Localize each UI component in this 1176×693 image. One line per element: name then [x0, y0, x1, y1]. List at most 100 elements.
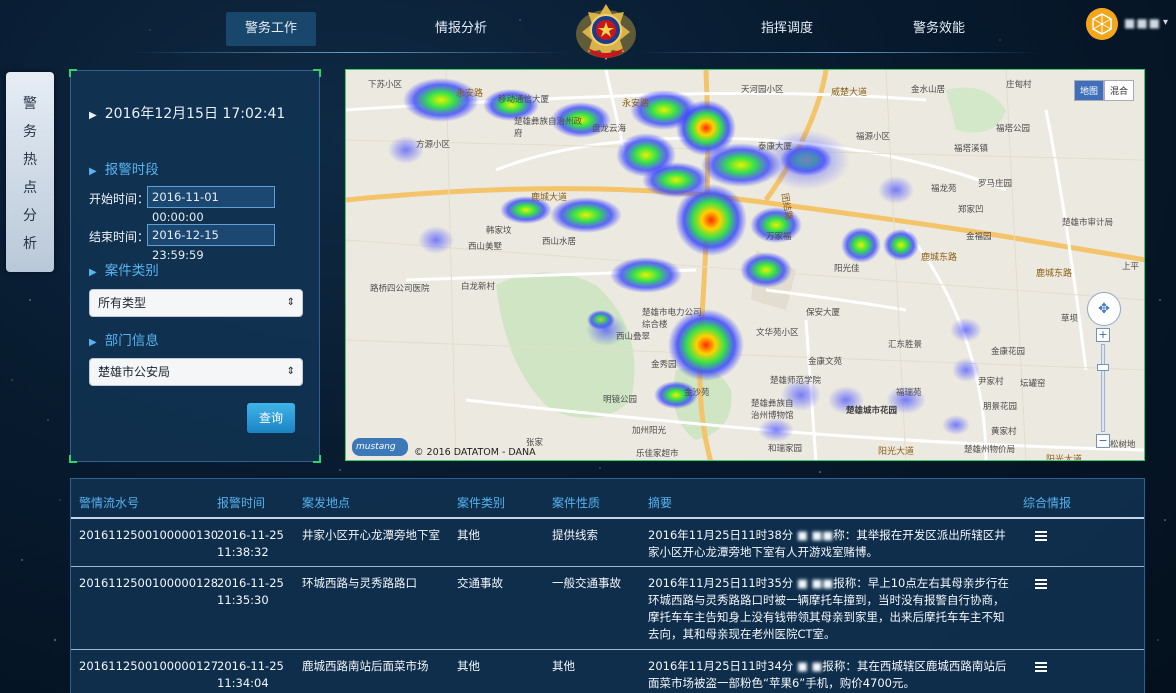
map-label: 松树地: [1110, 440, 1136, 450]
section-case-type: ▶ 案件类别: [89, 259, 159, 279]
map-label: 威楚大道: [831, 88, 868, 98]
start-time-input[interactable]: 2016-11-01 00:00:00: [147, 186, 275, 224]
cell-summary: 2016年11月25日11时35分 ■ ■■报称：早上10点左右其母亲步行在环城…: [648, 575, 1013, 643]
section-alarm-period: ▶ 报警时段: [89, 158, 159, 178]
hotspot-analysis-tab[interactable]: 警 务 热 点 分 析: [6, 72, 54, 272]
map-label: 福龙苑: [931, 184, 957, 194]
zoom-out-button[interactable]: −: [1096, 434, 1110, 448]
nav-intelligence-analysis[interactable]: 情报分析: [416, 12, 506, 46]
map-label: 郑家凹: [958, 205, 984, 215]
map-label: 福瑞苑: [896, 388, 922, 398]
cell-category: 交通事故: [457, 576, 503, 590]
map-label: 移动通信大厦: [498, 95, 550, 105]
column-header: 报警时间: [217, 496, 266, 510]
end-time-input[interactable]: 2016-12-15 23:59:59: [147, 224, 275, 262]
map-label: 保安大厦: [806, 308, 841, 318]
map-label: 泰康大厦: [758, 142, 793, 152]
map-label: 下苏小区: [368, 80, 403, 90]
map-label: 楚雄彝族自治州政府: [514, 117, 583, 139]
map-label: 鹿城大道: [531, 193, 568, 203]
cell-id: 2016112500100000128: [79, 576, 219, 590]
triangle-icon: ▶: [89, 110, 97, 121]
query-button[interactable]: 查询: [247, 403, 295, 433]
cell-time: 2016-11-25 11:34:04: [217, 659, 284, 690]
summary-text: 2016年11月25日11时35分: [648, 576, 794, 590]
map-label: 尹家村: [978, 377, 1004, 387]
column-header: 摘要: [648, 496, 673, 510]
frame-corner: [69, 455, 77, 463]
department-select[interactable]: 楚雄市公安局 ⇕: [89, 358, 303, 386]
cell-summary: 2016年11月25日11时38分 ■ ■■称：其举报在开发区派出所辖区井家小区…: [648, 527, 1013, 561]
tab-char: 热: [23, 152, 37, 168]
frame-corner: [313, 455, 321, 463]
map-label: 鹿城东路: [921, 253, 958, 263]
zoom-slider-track[interactable]: [1101, 344, 1105, 432]
map-zoom-control: + −: [1096, 328, 1110, 448]
map-label: 金福园: [966, 232, 992, 242]
map-label: 上平: [1122, 262, 1140, 272]
tab-char: 点: [23, 180, 37, 196]
map-label: 和瑞家园: [768, 444, 803, 454]
table-row[interactable]: 2016112500100000130 2016-11-25 11:38:32 …: [71, 519, 1144, 565]
intel-list-icon[interactable]: [1035, 531, 1047, 541]
map-label: 万家福: [766, 232, 792, 242]
case-type-select[interactable]: 所有类型 ⇕: [89, 289, 303, 317]
table-row[interactable]: 2016112500100000128 2016-11-25 11:35:30 …: [71, 567, 1144, 649]
map-label: 汇东胜景: [888, 340, 923, 350]
top-navigation: 警务工作 情报分析 指挥调度 警务效能 ■■■ ▾: [0, 0, 1176, 62]
map-label: 草坝: [1061, 314, 1079, 324]
datetime-text: 2016年12月15日 17:02:41: [104, 106, 286, 122]
frame-corner: [313, 69, 321, 77]
map-label: 路桥四公司医院: [370, 284, 430, 294]
alarm-records-table: 警情流水号 报警时间 案发地点 案件类别 案件性质 摘要 综合情报 201611…: [70, 478, 1145, 693]
end-time-label: 结束时间：: [89, 230, 150, 244]
map-label: 福塔溪镇: [954, 144, 989, 154]
intel-list-icon[interactable]: [1035, 579, 1047, 589]
map-label: 盘龙云海: [592, 124, 627, 134]
select-arrows-icon: ⇕: [286, 366, 295, 377]
map-label: 金秀园: [651, 360, 677, 370]
zoom-slider-handle[interactable]: [1097, 364, 1109, 371]
cell-nature: 其他: [552, 659, 575, 673]
tab-char: 分: [23, 208, 37, 224]
map-pan-control-icon[interactable]: ✥: [1087, 292, 1121, 326]
map-label: 阳光大道: [1046, 455, 1083, 461]
map-credit: © 2016 DATATOM - DANA: [414, 447, 536, 458]
map-label: 楚雄城市花园: [846, 406, 898, 416]
map-label: 罗马庄园: [978, 179, 1013, 189]
table-row[interactable]: 2016112500100000127 2016-11-25 11:34:04 …: [71, 650, 1144, 693]
frame-corner: [69, 69, 77, 77]
cell-nature: 一般交通事故: [552, 576, 621, 590]
start-time-label: 开始时间：: [89, 192, 150, 206]
nav-police-efficiency[interactable]: 警务效能: [894, 12, 984, 46]
summary-redacted: ■ ■: [796, 659, 823, 673]
user-avatar[interactable]: [1086, 8, 1118, 40]
user-name[interactable]: ■■■: [1124, 16, 1161, 30]
section-department: ▶ 部门信息: [89, 329, 159, 349]
section-title: 部门信息: [104, 333, 159, 349]
map-label: 楚雄师范学院: [770, 376, 822, 386]
nav-police-work[interactable]: 警务工作: [226, 12, 316, 46]
cell-id: 2016112500100000127: [79, 659, 219, 673]
summary-text: 2016年11月25日11时38分: [648, 528, 794, 542]
heatmap-map[interactable]: 下苏小区 永安路 移动通信大厦 永安路 天河园小区 威楚大道 金水山居 庄甸村 …: [345, 69, 1145, 461]
map-label: 白龙新村: [461, 282, 496, 292]
map-mode-map-button[interactable]: 地图: [1073, 80, 1104, 101]
intel-list-icon[interactable]: [1035, 662, 1047, 672]
map-mode-hybrid-button[interactable]: 混合: [1103, 80, 1134, 101]
cell-nature: 提供线索: [552, 528, 598, 542]
user-menu-caret-icon[interactable]: ▾: [1163, 17, 1168, 28]
select-value: 楚雄市公安局: [98, 365, 171, 379]
zoom-in-button[interactable]: +: [1096, 328, 1110, 342]
triangle-icon: ▶: [89, 166, 97, 177]
cell-category: 其他: [457, 528, 480, 542]
summary-redacted: ■ ■■: [796, 528, 834, 542]
nav-command-dispatch[interactable]: 指挥调度: [742, 12, 832, 46]
map-label: 金水山居: [911, 85, 946, 95]
select-value: 所有类型: [98, 296, 147, 310]
map-label: 阳光佳: [834, 264, 860, 274]
map-label: 楚雄彝族自治州博物馆: [751, 399, 794, 421]
map-label: 坛罐窑: [1020, 379, 1046, 389]
table-header: 警情流水号 报警时间 案发地点 案件类别 案件性质 摘要 综合情报: [71, 479, 1144, 517]
police-emblem-icon: [576, 4, 636, 60]
